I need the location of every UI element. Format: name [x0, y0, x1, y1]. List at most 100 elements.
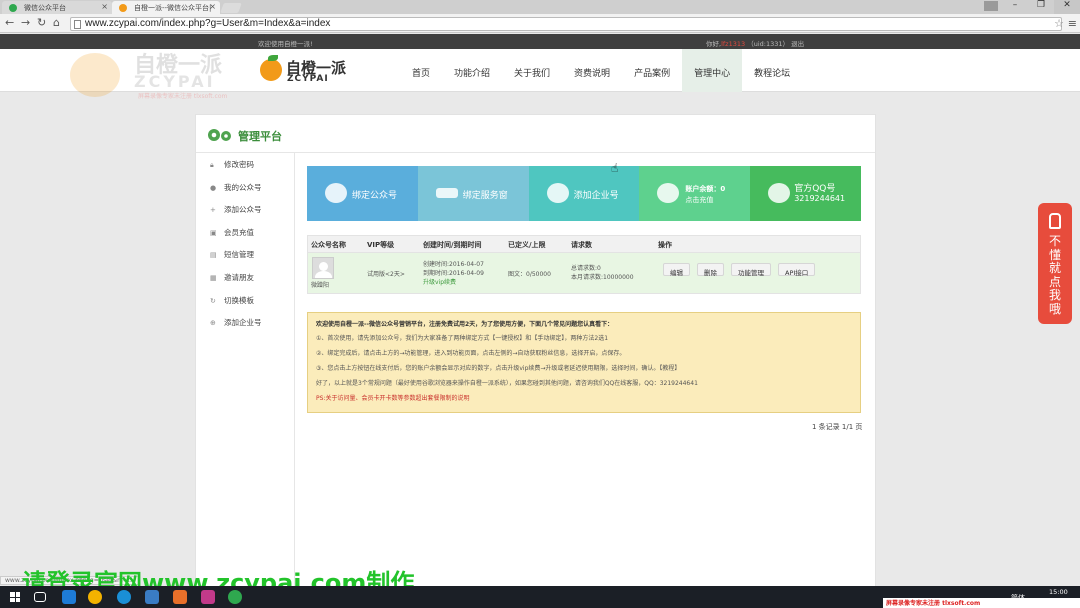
close-window-button[interactable]: ✕: [1054, 0, 1080, 14]
office-icon[interactable]: [173, 590, 187, 604]
nav-home[interactable]: 首页: [400, 49, 442, 92]
invite-icon: ▦: [210, 273, 217, 282]
mouse-cursor-icon: ☝: [611, 161, 619, 175]
kugou-icon[interactable]: [117, 590, 131, 604]
gear-icon: [208, 129, 231, 141]
page-icon: [74, 20, 81, 29]
tile-bind-service-window[interactable]: 绑定服务窗: [417, 166, 529, 221]
help-float-button[interactable]: 不懂就点我哦: [1038, 203, 1072, 324]
sidebar-item-invite[interactable]: ▦ 邀请朋友: [196, 266, 294, 289]
sidebar-item-my-accounts[interactable]: ● 我的公众号: [196, 176, 294, 199]
sidebar-item-sms[interactable]: ▤ 短信管理: [196, 243, 294, 266]
recorder-icon[interactable]: [201, 590, 215, 604]
delete-button[interactable]: 删除: [697, 263, 724, 277]
total-requests: 总请求数:0: [571, 265, 601, 272]
task-view-icon[interactable]: [34, 592, 46, 602]
uid-text: （uid:1331）: [747, 40, 790, 48]
tile-label: 绑定服务窗: [462, 191, 508, 201]
table-row: 微蹭阳 试用版<2天> 创建时间:2016-04-07 到期时间:2016-04…: [307, 253, 861, 294]
help-float-text: 不懂就点我哦: [1048, 234, 1061, 316]
api-button[interactable]: API接口: [778, 263, 816, 277]
panel-title: 管理平台: [238, 130, 282, 143]
browser-tab-wechat[interactable]: 微信公众平台 ×: [2, 1, 112, 14]
app-icon[interactable]: [145, 590, 159, 604]
maximize-button[interactable]: ❐: [1028, 0, 1054, 14]
minimize-button[interactable]: –: [1002, 0, 1028, 14]
edge-icon[interactable]: [62, 590, 76, 604]
sidebar-item-label: 我的公众号: [224, 182, 262, 192]
user-icon: ●: [210, 183, 217, 192]
wallet-icon: ▣: [210, 228, 217, 237]
admin-panel: 管理平台 🔒︎ 修改密码 ● 我的公众号 + 添加公众号 ▣ 会员充值 ▤ 短信管理 ▦ 邀…: [195, 114, 876, 594]
chrome-icon[interactable]: [88, 590, 102, 604]
tile-official-qq[interactable]: 官方QQ号 3219244641: [750, 166, 861, 221]
sidebar-item-label: 添加企业号: [224, 318, 262, 328]
sidebar-item-label: 修改密码: [224, 160, 254, 169]
col-header: VIP等级: [367, 241, 395, 249]
balance-text: 账户余额：0: [685, 185, 726, 193]
user-profile-icon[interactable]: [984, 1, 998, 11]
nav-pricing[interactable]: 资费说明: [562, 49, 622, 92]
wechat-icon[interactable]: [228, 590, 242, 604]
windows-start-icon[interactable]: [10, 592, 20, 602]
notice-ps-link[interactable]: PS:关于访问量、会员卡开卡数等参数超出套餐限制的说明: [316, 393, 852, 402]
nav-about[interactable]: 关于我们: [502, 49, 562, 92]
col-header: 请求数: [571, 241, 592, 249]
sms-icon: ▤: [210, 251, 217, 260]
function-manage-button[interactable]: 功能管理: [731, 263, 771, 277]
browser-menu-icon[interactable]: ≡: [1068, 17, 1077, 30]
tile-bind-wechat[interactable]: 绑定公众号: [307, 166, 418, 221]
avatar: [312, 257, 334, 279]
sidebar-item-switch-template[interactable]: ↻ 切换模板: [196, 289, 294, 312]
vip-level: 试用版<2天>: [367, 271, 405, 278]
col-header: 操作: [658, 241, 672, 249]
orange-logo-icon: [260, 59, 282, 81]
logo-en: ZCYPAI: [287, 74, 329, 84]
forward-arrow-icon[interactable]: →: [21, 16, 30, 29]
sidebar-item-label: 切换模板: [224, 295, 254, 305]
username-link[interactable]: lfz1313: [721, 40, 745, 48]
tile-balance[interactable]: 账户余额：0 点击充值: [639, 166, 751, 221]
close-tab-icon[interactable]: ×: [101, 2, 108, 11]
browser-toolbar: ← → ↻ ⌂ www.zcypai.com/index.php?g=User&…: [0, 14, 1080, 33]
url-text: www.zcypai.com/index.php?g=User&m=Index&…: [85, 18, 331, 29]
browser-tab-bar: 微信公众平台 × 自橙一派--微信公众平台|账 × – ❐ ✕: [0, 0, 1080, 22]
notice-title: 欢迎使用自橙一派--微信公众号营销平台，注册免费试用2天，为了您使用方便，下面几…: [316, 321, 614, 328]
edit-button[interactable]: 编辑: [663, 263, 690, 277]
close-tab-icon[interactable]: ×: [209, 2, 216, 11]
nav-features[interactable]: 功能介绍: [442, 49, 502, 92]
watermark-caption: 屏幕录像专家未注册 tlxsoft.com: [138, 93, 228, 100]
sidebar-item-label: 添加公众号: [224, 205, 262, 215]
notice-item: ③、您点击上方按钮在线支付后，您的账户余额会显示对应的数字，点击升级vip续费→…: [316, 365, 681, 372]
reload-icon[interactable]: ↻: [37, 16, 46, 29]
qq-icon: [768, 183, 791, 203]
tile-label: 绑定公众号: [352, 191, 398, 201]
help-notice: 欢迎使用自橙一派--微信公众号营销平台，注册免费试用2天，为了您使用方便，下面几…: [307, 312, 861, 413]
site-header: 自橙一派 ZCYPAI 屏幕录像专家未注册 tlxsoft.com 自橙一派 Z…: [0, 49, 1080, 100]
sidebar-item-recharge[interactable]: ▣ 会员充值: [196, 221, 294, 244]
site-logo[interactable]: 自橙一派 ZCYPAI: [260, 55, 352, 85]
browser-tab-zcypai[interactable]: 自橙一派--微信公众平台|账 ×: [112, 1, 220, 22]
sidebar-item-label: 会员充值: [224, 227, 254, 237]
sidebar-item-change-password[interactable]: 🔒︎ 修改密码: [196, 153, 294, 176]
bookmark-star-icon[interactable]: ☆: [1054, 17, 1064, 30]
nav-cases[interactable]: 产品案例: [622, 49, 682, 92]
nav-forum[interactable]: 教程论坛: [742, 49, 802, 92]
address-bar[interactable]: www.zcypai.com/index.php?g=User&m=Index&…: [70, 17, 1062, 31]
account-name: 微蹭阳: [311, 282, 330, 289]
alipay-window-icon: [435, 188, 458, 198]
notice-item: ②、绑定完成后，请点击上方的→功能管理，进入到功能页面，点击左侧的→自动获取粉丝…: [316, 350, 626, 357]
corner-watermark: 屏幕录像专家未注册 tlxsoft.com: [883, 598, 1080, 608]
sidebar-item-add-enterprise[interactable]: ⊕ 添加企业号: [196, 311, 294, 334]
back-arrow-icon[interactable]: ←: [5, 16, 14, 29]
sidebar-item-add-account[interactable]: + 添加公众号: [196, 198, 294, 221]
nav-admin-center[interactable]: 管理中心: [682, 49, 743, 92]
tile-add-enterprise[interactable]: 添加企业号: [528, 166, 640, 221]
logout-link[interactable]: 退出: [791, 40, 804, 48]
upgrade-vip-link[interactable]: 升级vip续费: [423, 278, 505, 287]
expire-time: 到期时间:2016-04-09: [423, 270, 484, 277]
action-tiles: 绑定公众号 绑定服务窗 添加企业号 账户余额：0 点击充值 官方QQ号 3219…: [307, 166, 861, 221]
defined-limit: 图文：0/50000: [508, 271, 551, 278]
new-tab-button[interactable]: [220, 3, 242, 13]
home-icon[interactable]: ⌂: [53, 16, 60, 29]
